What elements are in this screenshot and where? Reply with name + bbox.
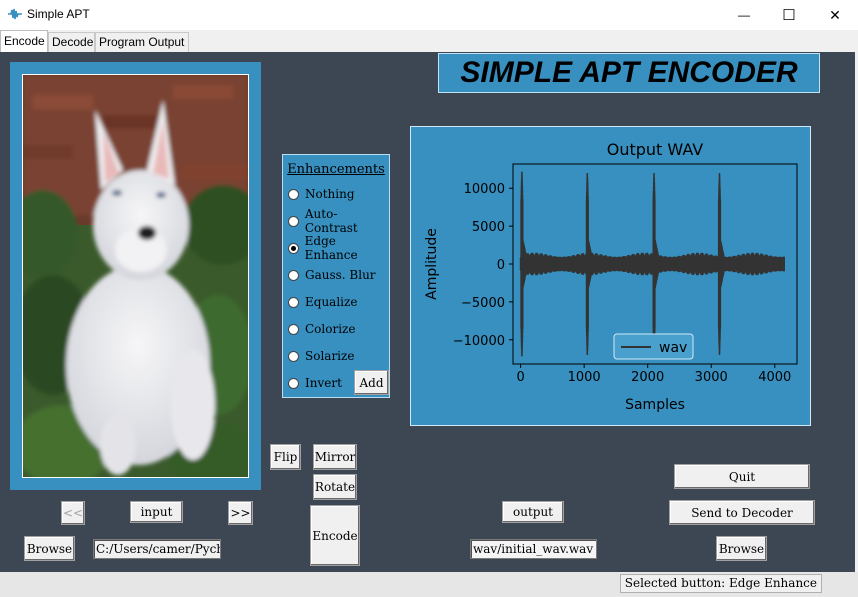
radio-indicator[interactable] (288, 350, 299, 362)
y-tick-label: 5000 (472, 220, 505, 235)
radio-indicator[interactable] (288, 269, 299, 281)
husky-puppy-photo (23, 75, 248, 477)
output-browse-button[interactable]: Browse (716, 536, 767, 561)
input-image (22, 74, 249, 478)
radio-nothing[interactable]: Nothing (288, 185, 355, 203)
app-waveform-icon (8, 8, 22, 20)
status-text: Selected button: Edge Enhance (619, 574, 822, 593)
title-bar: Simple APT — ☐ ✕ (0, 0, 858, 30)
x-axis-label: Samples (625, 397, 685, 413)
radio-label: Edge Enhance (304, 234, 358, 262)
page-title: SIMPLE APT ENCODER (460, 56, 798, 89)
y-axis-label: Amplitude (424, 228, 440, 300)
radio-label: Equalize (305, 295, 358, 309)
tab-program-output-label: Program Output (99, 35, 185, 49)
rotate-button[interactable]: Rotate (313, 474, 357, 500)
next-image-button[interactable]: >> (228, 501, 253, 525)
radio-indicator[interactable] (288, 188, 299, 200)
window-title: Simple APT (27, 7, 90, 21)
enhancements-panel: Enhancements Nothing Auto-Contrast Edge … (282, 154, 390, 398)
radio-gauss-blur[interactable]: Gauss. Blur (288, 266, 376, 284)
x-tick-label: 2000 (631, 370, 664, 385)
radio-solarize[interactable]: Solarize (288, 347, 354, 365)
radio-equalize[interactable]: Equalize (288, 293, 357, 311)
mirror-button[interactable]: Mirror (313, 444, 357, 470)
minimize-icon: — (738, 8, 750, 22)
output-wav-plot: 0 1000 2000 3000 4000 10000 5000 0 −5000 −10000 Ou… (410, 126, 811, 426)
tab-bar: Encode Decode Program Output (0, 30, 858, 52)
input-path-field[interactable]: C:/Users/camer/Pychar (93, 539, 221, 559)
radio-auto-contrast[interactable]: Auto-Contrast (288, 207, 389, 235)
y-tick-label: 10000 (464, 182, 505, 197)
enhancements-title: Enhancements (287, 162, 385, 177)
tab-decode[interactable]: Decode (48, 32, 95, 52)
radio-label: Colorize (305, 322, 356, 336)
output-path-field[interactable]: wav/initial_wav.wav (470, 539, 597, 559)
tab-decode-label: Decode (52, 35, 94, 49)
tab-encode-label: Encode (4, 34, 45, 48)
send-to-decoder-button[interactable]: Send to Decoder (669, 500, 815, 525)
radio-indicator[interactable] (288, 377, 299, 389)
radio-colorize[interactable]: Colorize (288, 320, 355, 338)
x-tick-label: 1000 (568, 370, 601, 385)
app-header: SIMPLE APT ENCODER (438, 53, 820, 93)
x-tick-label: 4000 (758, 370, 791, 385)
quit-button[interactable]: Quit (674, 464, 810, 489)
close-icon: ✕ (829, 6, 841, 23)
add-button[interactable]: Add (354, 370, 389, 395)
previous-image-button[interactable]: << (61, 501, 85, 525)
flip-button[interactable]: Flip (270, 444, 301, 470)
maximize-icon: ☐ (782, 7, 796, 24)
radio-indicator[interactable] (288, 323, 299, 335)
y-tick-label: 0 (497, 258, 505, 273)
radio-indicator[interactable] (288, 296, 299, 308)
tab-encode[interactable]: Encode (0, 30, 48, 52)
y-tick-label: −5000 (461, 296, 505, 311)
radio-indicator[interactable] (288, 215, 299, 227)
radio-invert[interactable]: Invert (288, 374, 342, 392)
radio-label: Solarize (305, 349, 355, 363)
input-image-frame (10, 62, 261, 490)
radio-label: Auto-Contrast (304, 207, 358, 235)
status-bar: Selected button: Edge Enhance (0, 572, 858, 597)
radio-label: Nothing (305, 187, 355, 201)
maximize-button[interactable]: ☐ (766, 0, 812, 30)
y-tick-label: −10000 (453, 334, 505, 349)
input-label-button[interactable]: input (130, 501, 183, 523)
x-tick-label: 3000 (695, 370, 728, 385)
output-label-button[interactable]: output (502, 501, 564, 523)
radio-label: Invert (305, 376, 342, 390)
encode-button[interactable]: Encode (310, 505, 360, 566)
tab-program-output[interactable]: Program Output (95, 32, 189, 52)
radio-edge-enhance[interactable]: Edge Enhance (288, 234, 389, 262)
input-browse-button[interactable]: Browse (24, 536, 75, 561)
legend-label: wav (659, 340, 687, 356)
radio-label: Gauss. Blur (305, 268, 376, 282)
radio-indicator-selected[interactable] (288, 242, 299, 254)
x-tick-label: 0 (516, 370, 524, 385)
output-wav-chart: 0 1000 2000 3000 4000 10000 5000 0 −5000 −10000 Ou… (424, 140, 798, 413)
minimize-button[interactable]: — (721, 0, 767, 30)
close-button[interactable]: ✕ (812, 0, 858, 30)
chart-title: Output WAV (607, 140, 704, 159)
